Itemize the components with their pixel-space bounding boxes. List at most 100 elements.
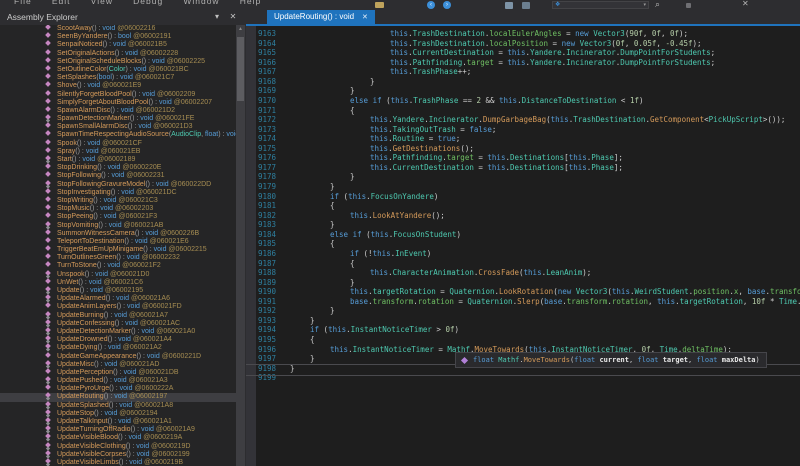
close-icon[interactable]: ✕ [227,10,239,25]
code-line-9181[interactable]: 9181{ [246,201,800,211]
tree-item-StopVomiting[interactable]: StopVomiting() : void @060021AB [0,222,236,230]
code-line-9192[interactable]: 9192} [246,306,800,316]
tree-item-StopInvestigating[interactable]: StopInvestigating() : void @060021DC [0,189,236,197]
save-all-icon[interactable] [522,2,530,9]
tree-item-UpdateRouting[interactable]: UpdateRouting() : void @06002197 [0,393,236,401]
tree-item-StopFollowingGravureModel[interactable]: StopFollowingGravureModel() : void @0600… [0,181,236,189]
tree-item-SetOriginalScheduleBlocks[interactable]: SetOriginalScheduleBlocks() : void @0600… [0,58,236,66]
tree-item-UpdateAlarmed[interactable]: UpdateAlarmed() : void @060021A6 [0,295,236,303]
code-line-9182[interactable]: 9182this.LookAtYandere(); [246,211,800,221]
tree-item-UpdateTurningOffRadio[interactable]: UpdateTurningOffRadio() : void @060021A9 [0,426,236,434]
code-line-9175[interactable]: 9175this.GetDestinations(); [246,144,800,154]
tree-item-UnWet[interactable]: UnWet() : void @060021C6 [0,279,236,287]
code-line-9188[interactable]: 9188this.CharacterAnimation.CrossFade(th… [246,268,800,278]
navigate-forward-icon[interactable]: › [443,1,451,9]
code-line-9170[interactable]: 9170else if (this.TrashPhase == 2 && thi… [246,96,800,106]
tree-item-UpdateStop[interactable]: UpdateStop() : void @06002194 [0,410,236,418]
tree-item-SpawnDetectionMarker[interactable]: SpawnDetectionMarker() : void @060021FE [0,115,236,123]
tree-item-UpdateTalkInput[interactable]: UpdateTalkInput() : void @060021A1 [0,418,236,426]
code-line-9194[interactable]: 9194if (this.InstantNoticeTimer > 0f) [246,325,800,335]
tree-item-SummonWitnessCamera[interactable]: SummonWitnessCamera() : void @0600226B [0,230,236,238]
tree-item-UpdateBurning[interactable]: UpdateBurning() : void @060021A7 [0,312,236,320]
code-line-9193[interactable]: 9193} [246,316,800,326]
code-line-9186[interactable]: 9186if (!this.InEvent) [246,249,800,259]
code-line-9167[interactable]: 9167this.TrashPhase++; [246,67,800,77]
window-position-icon[interactable]: ▾ [211,10,223,25]
tree-item-Unspook[interactable]: Unspook() : void @060021D0 [0,271,236,279]
code-line-9172[interactable]: 9172this.Yandere.Incinerator.DumpGarbage… [246,115,800,125]
save-icon[interactable] [505,2,513,9]
code-line-9164[interactable]: 9164this.TrashDestination.localPosition … [246,39,800,49]
code-line-9174[interactable]: 9174this.Routine = true; [246,134,800,144]
tree-item-UpdatePushed[interactable]: UpdatePushed() : void @060021A3 [0,377,236,385]
code-line-9178[interactable]: 9178} [246,172,800,182]
scroll-up-icon[interactable]: ▲ [236,25,245,33]
code-line-9189[interactable]: 9189} [246,278,800,288]
tree-item-UpdatePyroUrge[interactable]: UpdatePyroUrge() : void @0600222A [0,385,236,393]
code-line-9177[interactable]: 9177this.CurrentDestination = this.Desti… [246,163,800,173]
tree-item-StopMusic[interactable]: StopMusic() : void @06002203 [0,205,236,213]
code-line-9195[interactable]: 9195{ [246,335,800,345]
code-line-9176[interactable]: 9176this.Pathfinding.target = this.Desti… [246,153,800,163]
code-line-9183[interactable]: 9183} [246,220,800,230]
tree-item-SeenByYandere[interactable]: SeenByYandere() : bool @06002191 [0,33,236,41]
tab-close-icon[interactable]: ✕ [362,14,368,21]
code-line-9180[interactable]: 9180if (this.FocusOnYandere) [246,192,800,202]
tree-item-SimplyForgetAboutBloodPool[interactable]: SimplyForgetAboutBloodPool() : void @060… [0,99,236,107]
code-line-9187[interactable]: 9187{ [246,259,800,269]
code-line-9185[interactable]: 9185{ [246,239,800,249]
tree-item-SpawnTimeRespectingAudioSource[interactable]: SpawnTimeRespectingAudioSource(AudioClip… [0,131,236,139]
tree-item-StopFollowing[interactable]: StopFollowing() : void @06002231 [0,172,236,180]
tree-item-SilentlyForgetBloodPool[interactable]: SilentlyForgetBloodPool() : void @060022… [0,91,236,99]
tree-item-StopWriting[interactable]: StopWriting() : void @060021C3 [0,197,236,205]
tree-item-SpawnSmallAlarmDisc[interactable]: SpawnSmallAlarmDisc() : void @060021D3 [0,123,236,131]
tree-item-UpdateDying[interactable]: UpdateDying() : void @060021A2 [0,344,236,352]
tree-item-SpawnAlarmDisc[interactable]: SpawnAlarmDisc() : void @060021D2 [0,107,236,115]
tree-item-SetOriginalActions[interactable]: SetOriginalActions() : void @06002228 [0,50,236,58]
search-icon[interactable]: ⌕ [655,0,660,10]
tree-item-Spook[interactable]: Spook() : void @060021CF [0,140,236,148]
tree-item-UpdateSplashed[interactable]: UpdateSplashed() : void @060021A8 [0,402,236,410]
sidebar-scrollbar[interactable]: ▲ [236,25,245,466]
code-line-9169[interactable]: 9169} [246,86,800,96]
tree-item-UpdateVisibleCorpses[interactable]: UpdateVisibleCorpses() : void @06002199 [0,451,236,459]
tree-item-UpdatePerception[interactable]: UpdatePerception() : void @060021DB [0,369,236,377]
code-line-9168[interactable]: 9168} [246,77,800,87]
tree-item-UpdateVisibleClothing[interactable]: UpdateVisibleClothing() : void @0600219D [0,443,236,451]
tree-item-TurnToStone[interactable]: TurnToStone() : void @060021F2 [0,262,236,270]
code-line-9184[interactable]: 9184else if (this.FocusOnStudent) [246,230,800,240]
tree-item-SetOutlineColor[interactable]: SetOutlineColor(Color) : void @060021BC [0,66,236,74]
tree-item-Start[interactable]: Start() : void @06002189 [0,156,236,164]
code-line-9179[interactable]: 9179} [246,182,800,192]
tree-item-UpdateDrowned[interactable]: UpdateDrowned() : void @060021A4 [0,336,236,344]
tree-item-UpdateVisibleLimbs[interactable]: UpdateVisibleLimbs() : void @0600219B [0,459,236,466]
tab-updaterouting[interactable]: UpdateRouting() : void✕ [267,10,375,24]
open-folder-icon[interactable] [375,2,384,8]
menu-items[interactable]: File Edit View Debug Window Help [14,0,261,6]
code-line-9165[interactable]: 9165this.CurrentDestination = this.Yande… [246,48,800,58]
code-line-9173[interactable]: 9173this.TakingOutTrash = false; [246,125,800,135]
tree-item-TurnOutlinesGreen[interactable]: TurnOutlinesGreen() : void @06002232 [0,254,236,262]
code-line-9191[interactable]: 9191base.transform.rotation = Quaternion… [246,297,800,307]
tree-item-TeleportToDestination[interactable]: TeleportToDestination() : void @060021E6 [0,238,236,246]
assembly-combobox[interactable]: ❖ ▾ [552,1,649,9]
toolbar-close-icon[interactable]: ✕ [742,0,749,8]
tree-item-UpdateDetectionMarker[interactable]: UpdateDetectionMarker() : void @060021A0 [0,328,236,336]
tree-item-UpdateAnimLayers[interactable]: UpdateAnimLayers() : void @060021FD [0,303,236,311]
tree-item-ScootAway[interactable]: ScootAway() : void @06002216 [0,25,236,33]
tree-item-UpdateConfessing[interactable]: UpdateConfessing() : void @060021AC [0,320,236,328]
tree-item-UpdateGameAppearance[interactable]: UpdateGameAppearance() : void @0600221D [0,353,236,361]
tree-item-SetSplashes[interactable]: SetSplashes(bool) : void @060021C7 [0,74,236,82]
code-area[interactable]: 9163this.TrashDestination.localEulerAngl… [246,26,800,466]
tree-item-UpdateMisc[interactable]: UpdateMisc() : void @060021AD [0,361,236,369]
tree-item-SenpaiNoticed[interactable]: SenpaiNoticed() : void @060021B5 [0,41,236,49]
navigate-back-icon[interactable]: ‹ [427,1,435,9]
toolbar-options-icon[interactable] [686,3,691,8]
tree-item-UpdateVisibleBlood[interactable]: UpdateVisibleBlood() : void @0600219A [0,434,236,442]
tree-item-Shove[interactable]: Shove() : void @060021E9 [0,82,236,90]
tree-item-Spray[interactable]: Spray() : void @060021EB [0,148,236,156]
code-line-9190[interactable]: 9190this.targetRotation = Quaternion.Loo… [246,287,800,297]
code-line-9166[interactable]: 9166this.Pathfinding.target = this.Yande… [246,58,800,68]
tree-item-StopDrinking[interactable]: StopDrinking() : void @0600220E [0,164,236,172]
code-line-9171[interactable]: 9171{ [246,106,800,116]
